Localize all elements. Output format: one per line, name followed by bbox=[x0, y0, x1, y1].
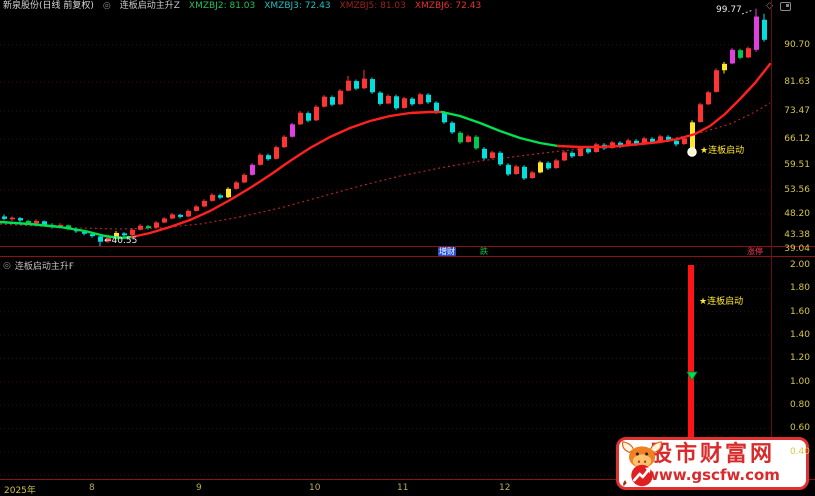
main-chart-bottom-border bbox=[0, 246, 815, 247]
price-tick: 43.38 bbox=[784, 230, 810, 240]
sub-price-tick: 1.20 bbox=[789, 353, 810, 363]
price-tick: 53.56 bbox=[784, 185, 810, 195]
price-tick: 73.47 bbox=[784, 106, 810, 116]
bull-icon bbox=[622, 440, 662, 486]
sub-price-tick: 0.60 bbox=[789, 423, 810, 433]
sub-price-tick: 1.60 bbox=[789, 307, 810, 317]
sub-price-tick: 1.80 bbox=[789, 283, 810, 293]
price-tick: 48.20 bbox=[784, 209, 810, 219]
time-tick: 2025年 bbox=[4, 486, 36, 496]
main-signal-label: ★连板启动 bbox=[700, 146, 745, 156]
time-tick: 9 bbox=[196, 483, 202, 493]
time-tick: 8 bbox=[89, 483, 95, 493]
time-tick: 11 bbox=[397, 483, 409, 493]
site-logo: 股市财富网 www.gscfw.com bbox=[616, 437, 809, 490]
sub-signal-label: ★连板启动 bbox=[699, 297, 744, 307]
price-tick: 39.04 bbox=[784, 244, 810, 254]
app-window: 新泉股份(日线 前复权) ◎ 连板启动主升Z XMZBJ2: 81.03 XMZ… bbox=[0, 0, 815, 496]
event-tag-3: 涨停 bbox=[747, 247, 763, 256]
sub-price-tick: 0.80 bbox=[789, 400, 810, 410]
sub-price-tick: 0.40 bbox=[789, 447, 810, 457]
high-price-annotation: 99.77 bbox=[716, 5, 742, 15]
price-tick: 90.70 bbox=[784, 40, 810, 50]
price-tick: 81.63 bbox=[784, 77, 810, 87]
event-tag-2: 跌 bbox=[480, 247, 488, 256]
main-candlestick-chart[interactable] bbox=[0, 0, 815, 247]
low-price-annotation: ←40.55 bbox=[104, 236, 138, 246]
time-tick: 10 bbox=[309, 483, 321, 493]
sub-price-tick: 2.00 bbox=[789, 260, 810, 270]
price-tick: 66.12 bbox=[784, 134, 810, 144]
time-tick: 12 bbox=[499, 483, 511, 493]
site-url: www.gscfw.com bbox=[645, 466, 780, 484]
sub-price-tick: 1.00 bbox=[789, 377, 810, 387]
sub-price-tick: 1.40 bbox=[789, 330, 810, 340]
price-tick: 59.51 bbox=[784, 160, 810, 170]
site-name: 股市财富网 bbox=[649, 442, 775, 467]
event-tag-1: 增财 bbox=[438, 247, 456, 256]
